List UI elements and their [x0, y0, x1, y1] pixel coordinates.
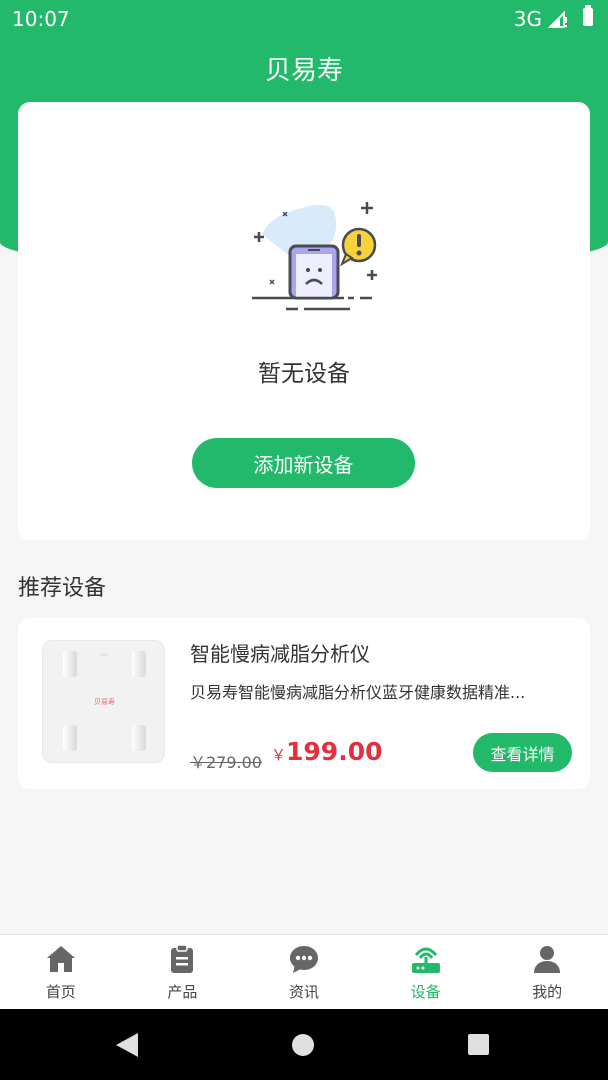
clipboard-icon: [171, 944, 194, 973]
bottom-nav: 首页 产品 资讯 设备 我的: [0, 934, 608, 1009]
nav-item-products[interactable]: 产品: [122, 935, 244, 1009]
scale-foot: [63, 651, 77, 677]
add-device-button[interactable]: 添加新设备: [192, 438, 415, 488]
product-name: 智能慢病减脂分析仪: [190, 642, 370, 666]
empty-state-message: 暂无设备: [258, 361, 350, 387]
product-card[interactable]: ▫▫ 贝易寿 智能慢病减脂分析仪 贝易寿智能慢病减脂分析仪蓝牙健康数据精准...…: [18, 618, 590, 789]
nav-label-home: 首页: [45, 983, 76, 1001]
nav-label-profile: 我的: [532, 983, 563, 1001]
nav-label-products: 产品: [167, 983, 198, 1001]
current-price: ￥199.00: [271, 737, 383, 766]
chat-bubble-icon: [289, 946, 318, 973]
back-icon[interactable]: [116, 1033, 138, 1057]
scale-foot: [132, 725, 146, 751]
nav-item-home[interactable]: 首页: [0, 935, 122, 1009]
system-navigation-bar: [0, 1009, 608, 1080]
nav-label-devices: 设备: [410, 983, 441, 1001]
home-circle-icon[interactable]: [292, 1034, 314, 1056]
home-icon: [46, 946, 75, 972]
status-bar: 10:07 3G: [0, 0, 608, 36]
nav-label-news: 资讯: [288, 983, 319, 1001]
network-type: 3G: [513, 7, 542, 31]
scale-brand-text: 贝易寿: [94, 698, 115, 706]
recent-apps-icon[interactable]: [468, 1034, 489, 1055]
router-icon: [411, 947, 440, 973]
original-price: ￥279.00: [190, 753, 262, 772]
nav-item-profile[interactable]: 我的: [486, 935, 608, 1009]
currency-symbol: ￥: [271, 746, 287, 764]
user-icon: [534, 946, 561, 973]
battery-icon: [583, 5, 593, 26]
product-description: 贝易寿智能慢病减脂分析仪蓝牙健康数据精准...: [190, 683, 526, 702]
view-details-button[interactable]: 查看详情: [473, 733, 572, 772]
no-device-illustration-icon: [252, 202, 377, 311]
scale-display: ▫▫: [99, 651, 109, 658]
status-time: 10:07: [12, 7, 70, 31]
empty-devices-card: 暂无设备 添加新设备: [18, 102, 590, 540]
scale-foot: [63, 725, 77, 751]
scale-foot: [132, 651, 146, 677]
current-price-value: 199.00: [286, 737, 383, 766]
signal-icon: [548, 10, 567, 28]
page-title: 贝易寿: [264, 56, 343, 86]
nav-item-news[interactable]: 资讯: [243, 935, 365, 1009]
nav-item-devices[interactable]: 设备: [365, 935, 487, 1009]
product-image: ▫▫ 贝易寿: [42, 640, 165, 763]
recommended-section-title: 推荐设备: [18, 576, 107, 601]
